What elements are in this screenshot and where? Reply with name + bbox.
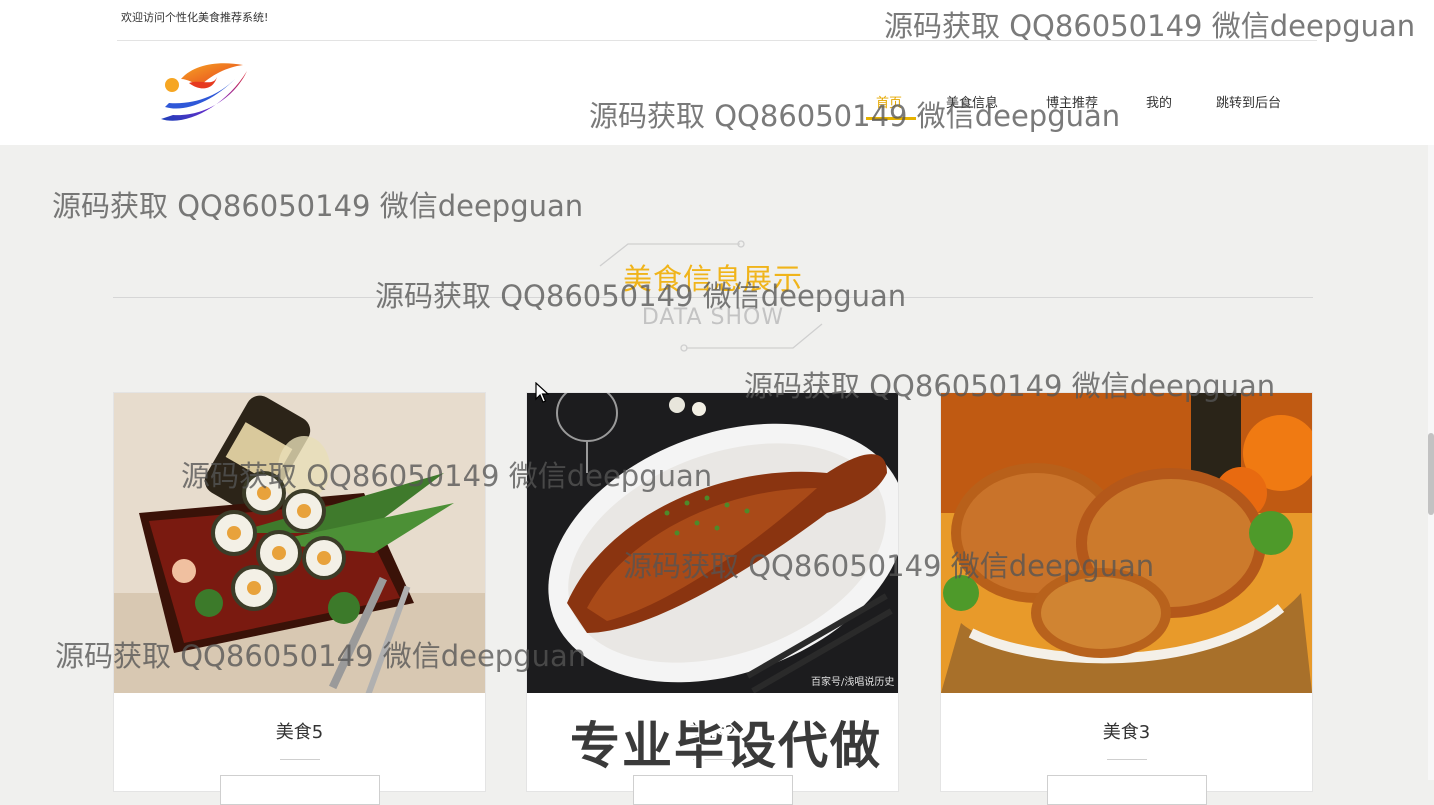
logo-icon (161, 63, 247, 121)
food-image-braised-fish[interactable]: 百家号/浅唱说历史 (527, 393, 898, 693)
page-scrollbar-thumb[interactable] (1428, 433, 1434, 515)
food-card[interactable]: 美食3 (940, 392, 1313, 805)
watermark-text: 源码获取 QQ86050149 微信deepguan (52, 189, 584, 223)
food-image-sushi[interactable] (114, 393, 485, 693)
site-header: 欢迎访问个性化美食推荐系统! 首页 美食信息 博主推荐 我的 跳转到后台 (0, 0, 1434, 145)
card-title-rule (280, 759, 320, 760)
food-card[interactable]: 美食5 (113, 392, 486, 805)
nav-mine[interactable]: 我的 (1146, 92, 1172, 111)
image-credit: 百家号/浅唱说历史 (811, 675, 894, 688)
food-card-title[interactable]: 美食2 (527, 718, 898, 744)
section-subtitle: DATA SHOW (641, 305, 785, 330)
nav-blogger-recommend[interactable]: 博主推荐 (1046, 92, 1098, 111)
nav-food-info[interactable]: 美食信息 (946, 92, 998, 111)
nav-home[interactable]: 首页 (876, 92, 902, 111)
header-divider (117, 40, 1317, 41)
site-logo[interactable] (155, 57, 251, 129)
nav-active-indicator (866, 117, 916, 120)
welcome-text: 欢迎访问个性化美食推荐系统! (121, 11, 269, 24)
food-card-title[interactable]: 美食5 (114, 718, 485, 744)
nav-admin-link[interactable]: 跳转到后台 (1216, 92, 1281, 111)
food-image-fried-chicken[interactable] (941, 393, 1312, 693)
food-card[interactable]: 百家号/浅唱说历史 美食2 (526, 392, 899, 805)
card-title-rule (693, 759, 733, 760)
food-card-title[interactable]: 美食3 (941, 718, 1312, 744)
section-title: 美食信息展示 (622, 262, 803, 296)
mouse-cursor-icon (535, 382, 549, 403)
card-title-rule (1107, 759, 1147, 760)
